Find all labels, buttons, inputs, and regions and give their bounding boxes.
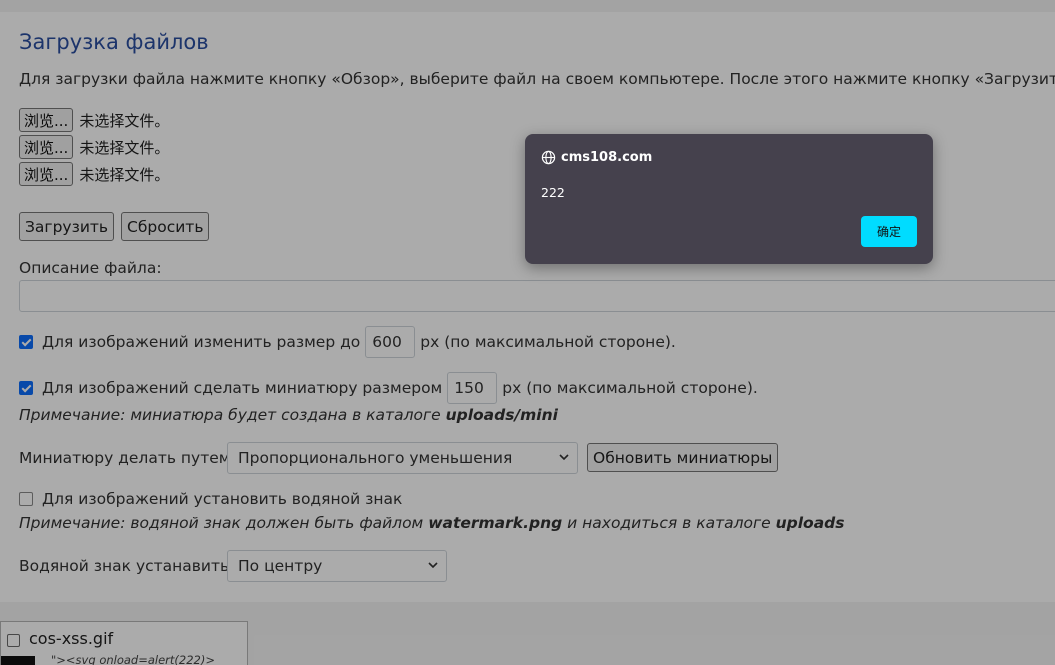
page: Загрузка файлов Для загрузки файла нажми… [0, 0, 1055, 665]
ok-button[interactable]: 确定 [861, 216, 917, 247]
dialog-origin: cms108.com [541, 150, 652, 165]
alert-dialog: cms108.com 222 确定 [525, 134, 933, 264]
dialog-origin-text: cms108.com [561, 150, 653, 165]
dialog-message: 222 [541, 185, 565, 200]
globe-icon [541, 150, 556, 165]
modal-backdrop [0, 0, 1055, 665]
